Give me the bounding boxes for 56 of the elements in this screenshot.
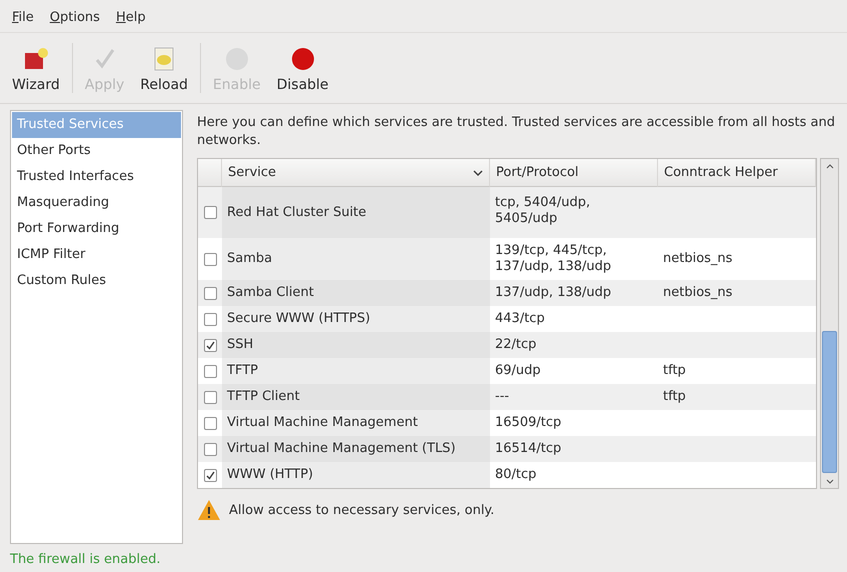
toolbar-button[interactable]: Wizard <box>4 41 68 103</box>
table-cell: Virtual Machine Management (TLS) <box>222 436 490 462</box>
checkbox[interactable] <box>204 364 216 378</box>
column-header[interactable]: Service <box>222 159 490 187</box>
header-cell <box>198 159 222 187</box>
toolbar-button[interactable]: Reload <box>132 41 196 103</box>
checkbox[interactable] <box>204 468 216 482</box>
table-cell: Samba <box>222 238 490 280</box>
sidebar-item[interactable]: Masquerading <box>12 190 181 216</box>
column-header[interactable]: Port/Protocol <box>490 159 658 187</box>
sidebar-item[interactable]: Other Ports <box>12 138 181 164</box>
stop-icon <box>290 47 315 71</box>
table-cell: TFTP <box>222 358 490 384</box>
sidebar-item[interactable]: Port Forwarding <box>12 216 181 242</box>
warning-text: Allow access to necessary services, only. <box>229 502 494 518</box>
column-header[interactable]: Conntrack Helper <box>658 159 816 187</box>
status-text: The firewall is enabled. <box>9 551 162 569</box>
table-cell: 16514/tcp <box>490 436 658 462</box>
table-cell: SSH <box>222 332 490 358</box>
table-cell: tcp, 5404/udp, 5405/udp <box>490 187 658 238</box>
toolbox-icon <box>22 47 49 71</box>
sidebar-item[interactable]: Custom Rules <box>12 268 181 294</box>
checkbox[interactable] <box>204 312 216 326</box>
menu-item[interactable]: File <box>6 10 40 24</box>
table-cell: Red Hat Cluster Suite <box>222 187 490 238</box>
table-cell: 22/tcp <box>490 332 658 358</box>
arrow-down-icon <box>826 478 834 484</box>
toolbar-button[interactable]: Disable <box>268 41 337 103</box>
scrollbar[interactable] <box>820 158 839 489</box>
table-cell: --- <box>490 384 658 410</box>
checkbox[interactable] <box>204 286 216 300</box>
sidebar-item[interactable]: Trusted Interfaces <box>12 164 181 190</box>
table-cell: Virtual Machine Management <box>222 410 490 436</box>
arrow-up-icon <box>826 164 834 168</box>
table-cell: Secure WWW (HTTPS) <box>222 306 490 332</box>
chevron-down-icon <box>473 170 483 176</box>
checkbox[interactable] <box>204 338 216 352</box>
sidebar-item[interactable]: ICMP Filter <box>12 242 181 268</box>
checkbox[interactable] <box>204 252 216 266</box>
table-cell: 137/udp, 138/udp <box>490 280 658 306</box>
checkbox[interactable] <box>204 206 216 219</box>
menu-item[interactable]: Help <box>110 10 152 24</box>
table-cell: Samba Client <box>222 280 490 306</box>
table-cell: netbios_ns <box>658 280 816 306</box>
warning-icon <box>197 499 221 521</box>
table-cell: TFTP Client <box>222 384 490 410</box>
menu-item[interactable]: Options <box>44 10 106 24</box>
checkbox[interactable] <box>204 390 216 404</box>
table-cell: WWW (HTTP) <box>222 462 490 488</box>
description-text: Here you can define which services are trusted. Trusted services are accessible from all hosts and networks. <box>197 114 836 150</box>
checkmark-icon <box>206 470 214 480</box>
checkbox[interactable] <box>204 442 216 456</box>
table-cell: tftp <box>658 384 816 410</box>
document-icon <box>153 47 176 71</box>
checkmark-icon <box>206 340 214 350</box>
checkbox[interactable] <box>204 416 216 430</box>
